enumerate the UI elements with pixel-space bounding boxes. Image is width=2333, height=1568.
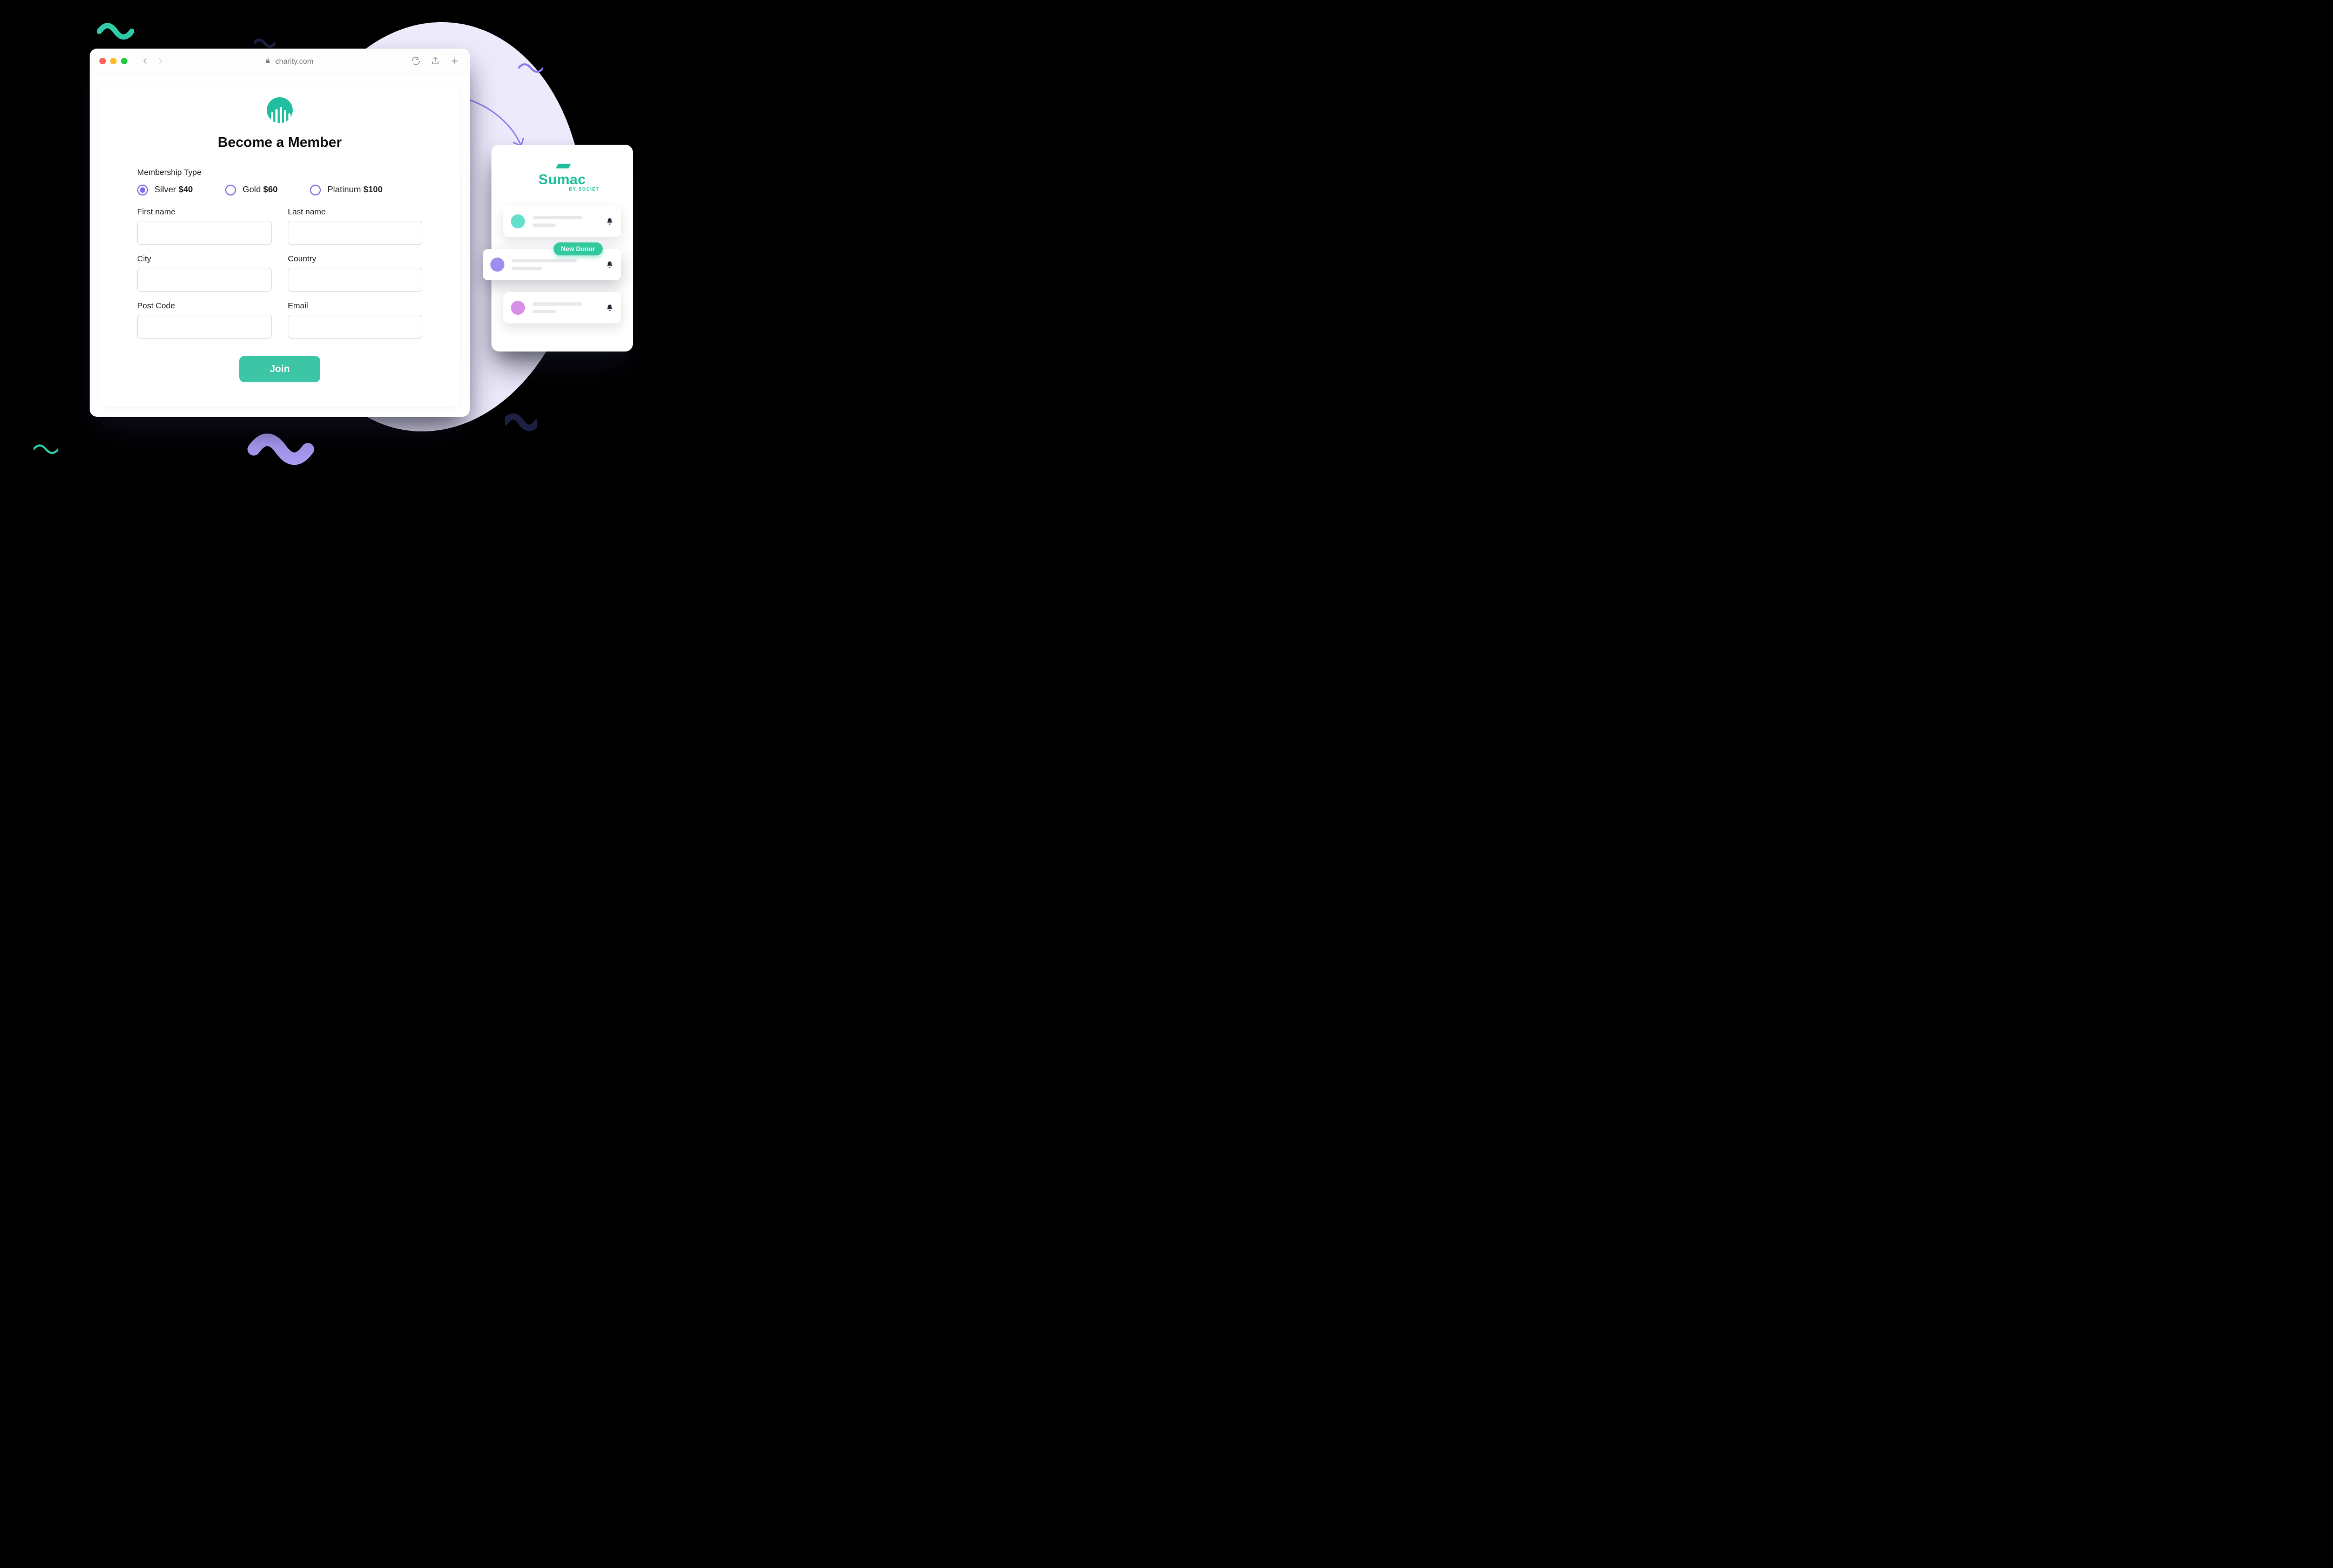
charity-logo-icon xyxy=(267,97,293,123)
new-tab-button[interactable] xyxy=(449,56,460,66)
back-button[interactable] xyxy=(138,54,152,68)
crm-panel: ▰▰ Sumac BY SOCIET New Donor xyxy=(491,145,633,352)
city-label: City xyxy=(137,254,272,263)
crm-logo-name: Sumac xyxy=(538,171,586,188)
browser-titlebar: charity.com xyxy=(90,49,470,73)
option-name: Gold xyxy=(242,185,261,194)
zoom-window-icon[interactable] xyxy=(121,58,127,64)
window-controls xyxy=(99,58,127,64)
membership-option-platinum[interactable]: Platinum $100 xyxy=(310,185,382,195)
crm-logo-byline: BY SOCIET xyxy=(569,187,599,192)
browser-window: charity.com xyxy=(90,49,470,417)
decoration-wave-icon xyxy=(238,433,324,465)
close-window-icon[interactable] xyxy=(99,58,106,64)
last-name-label: Last name xyxy=(288,207,422,217)
membership-option-gold[interactable]: Gold $60 xyxy=(225,185,278,195)
join-button[interactable]: Join xyxy=(239,356,320,382)
form-title: Become a Member xyxy=(137,134,422,151)
option-price: $60 xyxy=(263,185,278,194)
address-bar-text: charity.com xyxy=(275,57,314,65)
notification-card[interactable] xyxy=(503,206,621,237)
crm-logo: ▰▰ Sumac BY SOCIET xyxy=(503,159,621,192)
decoration-wave-icon xyxy=(518,58,543,78)
crm-logo-mark-icon: ▰▰ xyxy=(556,159,569,172)
radio-icon xyxy=(310,185,321,195)
country-label: Country xyxy=(288,254,422,263)
notification-card-new-donor[interactable]: New Donor xyxy=(483,249,621,280)
radio-icon xyxy=(225,185,236,195)
notification-card[interactable] xyxy=(503,292,621,323)
post-code-input[interactable] xyxy=(137,315,272,339)
country-input[interactable] xyxy=(288,268,422,292)
forward-button[interactable] xyxy=(153,54,167,68)
share-button[interactable] xyxy=(430,56,441,66)
refresh-button[interactable] xyxy=(410,56,421,66)
option-price: $100 xyxy=(363,185,383,194)
city-input[interactable] xyxy=(137,268,272,292)
minimize-window-icon[interactable] xyxy=(110,58,117,64)
notification-text-placeholder xyxy=(512,259,598,270)
option-price: $40 xyxy=(178,185,193,194)
email-input[interactable] xyxy=(288,315,422,339)
membership-type-label: Membership Type xyxy=(137,168,422,177)
lock-icon xyxy=(265,58,271,64)
membership-option-silver[interactable]: Silver $40 xyxy=(137,185,193,195)
email-label: Email xyxy=(288,301,422,310)
membership-radio-group: Silver $40 Gold $60 Platinum $100 xyxy=(137,185,422,195)
avatar-icon xyxy=(511,214,525,228)
decoration-wave-icon xyxy=(33,440,58,459)
bell-icon xyxy=(606,261,613,268)
new-donor-badge: New Donor xyxy=(554,242,603,255)
bell-icon xyxy=(606,218,613,225)
avatar-icon xyxy=(511,301,525,315)
decoration-wave-icon xyxy=(97,22,134,41)
notification-text-placeholder xyxy=(532,302,598,313)
first-name-label: First name xyxy=(137,207,272,217)
avatar-icon xyxy=(490,258,504,272)
option-name: Platinum xyxy=(327,185,361,194)
post-code-label: Post Code xyxy=(137,301,272,310)
decoration-wave-icon xyxy=(505,413,537,432)
first-name-input[interactable] xyxy=(137,221,272,245)
radio-icon xyxy=(137,185,148,195)
address-bar[interactable]: charity.com xyxy=(265,57,314,65)
membership-card: Become a Member Membership Type Silver $… xyxy=(99,83,460,407)
option-name: Silver xyxy=(154,185,176,194)
notification-text-placeholder xyxy=(532,216,598,227)
bell-icon xyxy=(606,304,613,312)
last-name-input[interactable] xyxy=(288,221,422,245)
